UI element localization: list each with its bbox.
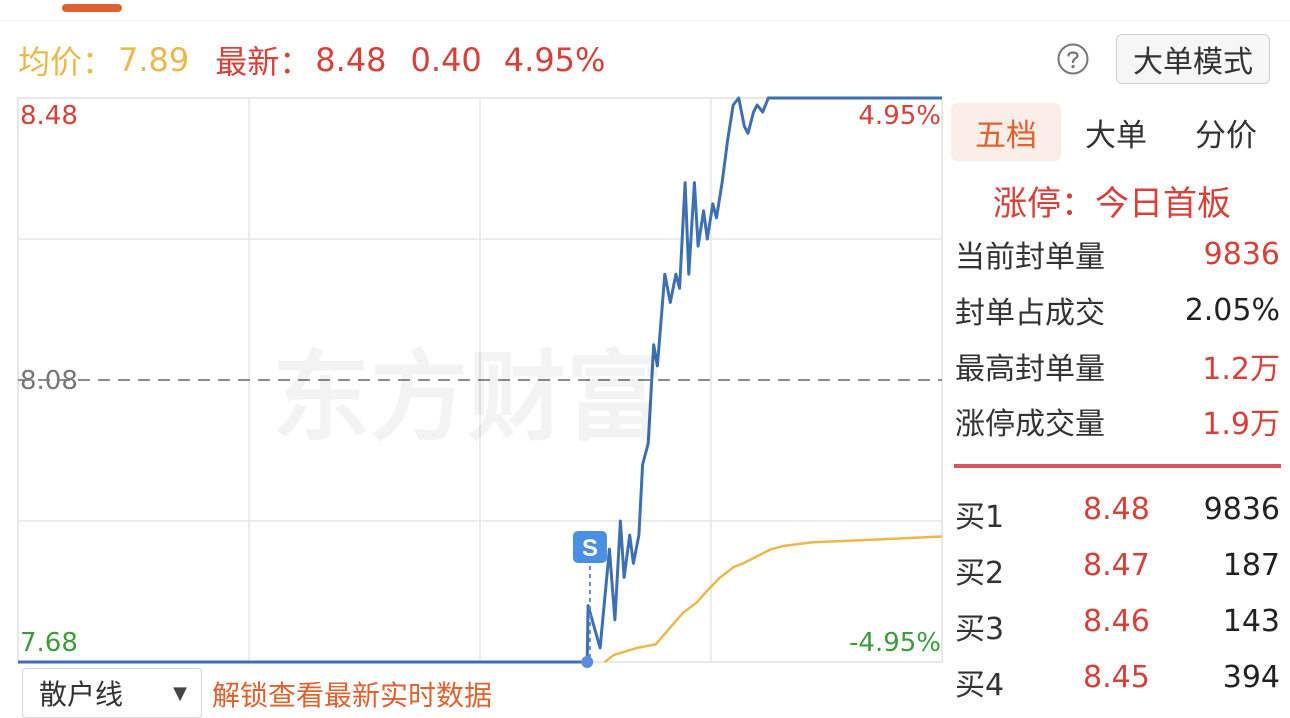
tab-big-orders[interactable]: 大单: [1061, 103, 1171, 161]
stat-label: 当前封单量: [955, 240, 1105, 275]
bid-level-label: 买1: [955, 500, 1005, 535]
intraday-chart: S 东方财富 8.48 8.08 7.68 4.95% -4.95%: [0, 0, 945, 702]
stat-row: 当前封单量 9836: [955, 234, 1280, 276]
watermark: 东方财富: [272, 318, 664, 460]
section-divider: [954, 464, 1281, 468]
bid-level-label: 买3: [955, 612, 1005, 647]
stat-row: 封单占成交 2.05%: [955, 290, 1280, 332]
marker-dot: [581, 656, 594, 668]
limit-up-status: 涨停：今日首板: [993, 184, 1231, 224]
bid-price: 8.48: [1083, 492, 1150, 527]
bid-price: 8.46: [1083, 604, 1150, 639]
pct-low-label: -4.95%: [849, 628, 941, 658]
bid-volume: 9836: [1203, 492, 1280, 527]
stat-label: 最高封单量: [955, 352, 1105, 387]
order-book-tabs: 五档 大单 分价: [951, 103, 1281, 161]
chevron-down-icon: ▼: [173, 682, 187, 704]
bid-level-label: 买2: [955, 556, 1005, 591]
stat-value: 1.2万: [1202, 352, 1280, 387]
retail-line-select[interactable]: 散户线 ▼: [22, 668, 202, 718]
tab-five-levels[interactable]: 五档: [951, 103, 1061, 161]
stat-value: 2.05%: [1184, 292, 1280, 328]
order-book-panel: 五档 大单 分价 涨停：今日首板 当前封单量 9836 封单占成交 2.05% …: [948, 96, 1290, 703]
bid-level-label: 买4: [955, 668, 1005, 703]
big-order-mode-button[interactable]: 大单模式: [1116, 34, 1270, 84]
bid-price: 8.45: [1083, 660, 1150, 695]
bid-volume: 187: [1222, 548, 1280, 583]
retail-line-select-label: 散户线: [39, 678, 124, 711]
bid-row: 买3 8.46 143: [955, 604, 1280, 647]
stat-row: 涨停成交量 1.9万: [955, 401, 1280, 442]
stat-row: 最高封单量 1.2万: [955, 346, 1280, 387]
bid-row: 买1 8.48 9836: [955, 492, 1280, 535]
unlock-realtime-link[interactable]: 解锁查看最新实时数据: [212, 674, 492, 714]
bid-volume: 143: [1222, 604, 1280, 639]
tab-price-distribution[interactable]: 分价: [1171, 103, 1281, 161]
price-low-label: 7.68: [20, 628, 78, 658]
stat-label: 涨停成交量: [955, 407, 1105, 442]
bid-volume: 394: [1222, 660, 1280, 695]
price-high-label: 8.48: [20, 101, 78, 131]
bid-price: 8.47: [1083, 548, 1150, 583]
signal-marker-label: S: [582, 535, 598, 562]
stat-value: 1.9万: [1202, 407, 1280, 442]
stat-value: 9836: [1203, 236, 1280, 272]
bid-row: 买4 8.45 394: [955, 660, 1280, 703]
stat-label: 封单占成交: [955, 296, 1105, 331]
pct-high-label: 4.95%: [858, 101, 941, 131]
help-icon[interactable]: [1057, 43, 1089, 75]
price-mid-label: 8.08: [20, 366, 78, 396]
bid-row: 买2 8.47 187: [955, 548, 1280, 591]
